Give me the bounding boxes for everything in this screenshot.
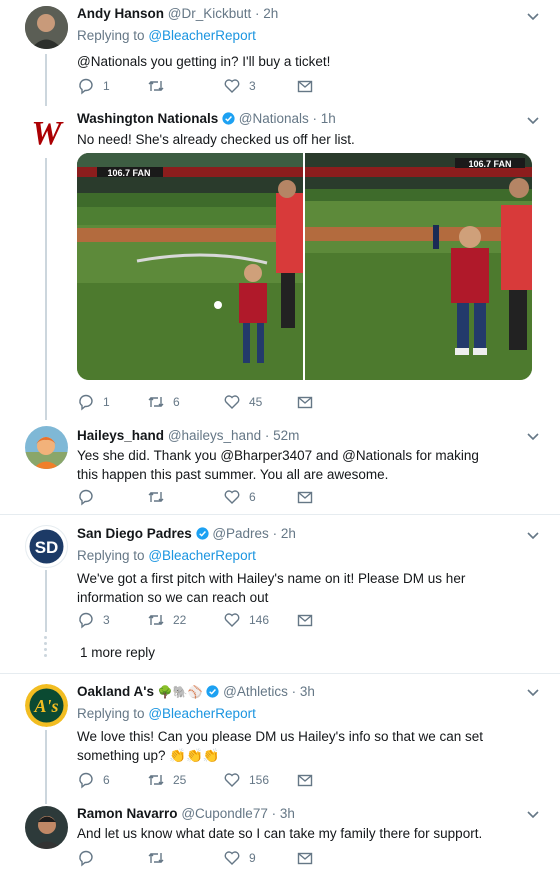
chevron-down-icon[interactable]	[524, 806, 542, 824]
avatar[interactable]: SD	[25, 525, 68, 568]
display-name[interactable]: San Diego Padres	[77, 526, 192, 541]
avatar[interactable]	[25, 806, 68, 849]
replying-to-link[interactable]: @BleacherReport	[148, 548, 256, 563]
like-count: 9	[249, 851, 256, 865]
chevron-down-icon[interactable]	[524, 112, 542, 130]
like-count: 146	[249, 613, 270, 627]
like-count: 3	[249, 79, 256, 93]
retweet-icon[interactable]	[147, 771, 165, 789]
tweet-text: We love this! Can you please DM us Haile…	[77, 729, 484, 763]
svg-text:W: W	[31, 115, 64, 152]
show-more-replies-link[interactable]: 1 more reply	[80, 645, 155, 660]
handle[interactable]: @haileys_hand	[168, 428, 261, 443]
reply-icon[interactable]	[77, 849, 95, 867]
reply-count: 1	[103, 79, 110, 93]
verified-badge-icon	[222, 112, 235, 125]
reply-count: 6	[103, 773, 110, 787]
chevron-down-icon[interactable]	[524, 8, 542, 26]
message-icon[interactable]	[296, 488, 314, 506]
display-name[interactable]: Oakland A's	[77, 684, 154, 699]
retweet-count: 22	[173, 613, 187, 627]
like-icon[interactable]	[223, 393, 241, 411]
replying-to-label: Replying to	[77, 706, 145, 721]
handle[interactable]: @Athletics	[223, 684, 288, 699]
reply-icon[interactable]	[77, 611, 95, 629]
avatar[interactable]	[25, 426, 68, 469]
avatar[interactable]: W	[25, 110, 68, 153]
like-count: 156	[249, 773, 270, 787]
timestamp[interactable]: · 3h	[292, 684, 315, 699]
handle[interactable]: @Dr_Kickbutt	[168, 6, 251, 21]
replying-to-label: Replying to	[77, 548, 145, 563]
svg-text:A's: A's	[33, 696, 58, 716]
reply-icon[interactable]	[77, 77, 95, 95]
reply-icon[interactable]	[77, 771, 95, 789]
verified-badge-icon	[195, 527, 209, 540]
replying-to-label: Replying to	[77, 28, 145, 43]
message-icon[interactable]	[296, 393, 314, 411]
name-emojis: 🌳🐘⚾	[157, 685, 203, 699]
reply-icon[interactable]	[77, 488, 95, 506]
retweet-icon[interactable]	[147, 488, 165, 506]
like-icon[interactable]	[223, 611, 241, 629]
tweet-text: No need! She's already checked us off he…	[77, 132, 355, 147]
tweet-ramon-navarro[interactable]: Ramon Navarro @Cupondle77 · 3h And let u…	[0, 800, 560, 877]
chevron-down-icon[interactable]	[524, 428, 542, 446]
verified-badge-icon	[206, 685, 219, 698]
avatar[interactable]	[25, 6, 68, 49]
display-name[interactable]: Haileys_hand	[77, 428, 164, 443]
banner-text: 106.7 FAN	[107, 168, 150, 178]
message-icon[interactable]	[296, 611, 314, 629]
handle[interactable]: @Nationals	[239, 111, 309, 126]
reply-count: 1	[103, 395, 110, 409]
like-icon[interactable]	[223, 849, 241, 867]
timestamp[interactable]: · 2h	[273, 526, 296, 541]
tweet-text: @Nationals you getting in? I'll buy a ti…	[77, 54, 331, 69]
display-name[interactable]: Washington Nationals	[77, 111, 218, 126]
tweet-text: Yes she did. Thank you @Bharper3407 and …	[77, 448, 479, 482]
reply-icon[interactable]	[77, 393, 95, 411]
display-name[interactable]: Ramon Navarro	[77, 806, 178, 821]
like-count: 6	[249, 490, 256, 504]
like-icon[interactable]	[223, 77, 241, 95]
message-icon[interactable]	[296, 77, 314, 95]
handle[interactable]: @Cupondle77	[181, 806, 268, 821]
handle[interactable]: @Padres	[212, 526, 268, 541]
tweet-oakland-athletics[interactable]: A's Oakland A's 🌳🐘⚾ @Athletics · 3h Repl…	[0, 674, 560, 794]
svg-text:SD: SD	[35, 538, 59, 557]
chevron-down-icon[interactable]	[524, 527, 542, 545]
tweet-text: We've got a first pitch with Hailey's na…	[77, 571, 466, 605]
display-name[interactable]: Andy Hanson	[77, 6, 164, 21]
message-icon[interactable]	[296, 771, 314, 789]
like-icon[interactable]	[223, 488, 241, 506]
replying-to-link[interactable]: @BleacherReport	[148, 28, 256, 43]
chevron-down-icon[interactable]	[524, 684, 542, 702]
retweet-count: 6	[173, 395, 180, 409]
message-icon[interactable]	[296, 849, 314, 867]
tweet-text: And let us know what date so I can take …	[77, 826, 483, 841]
retweet-count: 25	[173, 773, 187, 787]
tweet-washington-nationals[interactable]: W Washington Nationals @Nationals · 1h N…	[0, 106, 560, 422]
timestamp[interactable]: · 52m	[265, 428, 300, 443]
retweet-icon[interactable]	[147, 77, 165, 95]
replying-to-link[interactable]: @BleacherReport	[148, 706, 256, 721]
timestamp[interactable]: · 2h	[255, 6, 278, 21]
tweet-photo-left[interactable]: 106.7 FAN	[77, 153, 303, 380]
reply-count: 3	[103, 613, 110, 627]
retweet-icon[interactable]	[147, 393, 165, 411]
banner-text: 106.7 FAN	[468, 159, 511, 169]
timestamp[interactable]: · 3h	[272, 806, 295, 821]
tweet-photo-right[interactable]: 106.7 FAN	[305, 153, 532, 380]
like-icon[interactable]	[223, 771, 241, 789]
tweet-andy-hanson[interactable]: Andy Hanson @Dr_Kickbutt · 2h Replying t…	[0, 0, 560, 106]
like-count: 45	[249, 395, 263, 409]
avatar[interactable]: A's	[25, 684, 68, 727]
retweet-icon[interactable]	[147, 611, 165, 629]
retweet-icon[interactable]	[147, 849, 165, 867]
tweet-haileys-hand[interactable]: Haileys_hand @haileys_hand · 52m Yes she…	[0, 422, 560, 514]
timestamp[interactable]: · 1h	[313, 111, 336, 126]
